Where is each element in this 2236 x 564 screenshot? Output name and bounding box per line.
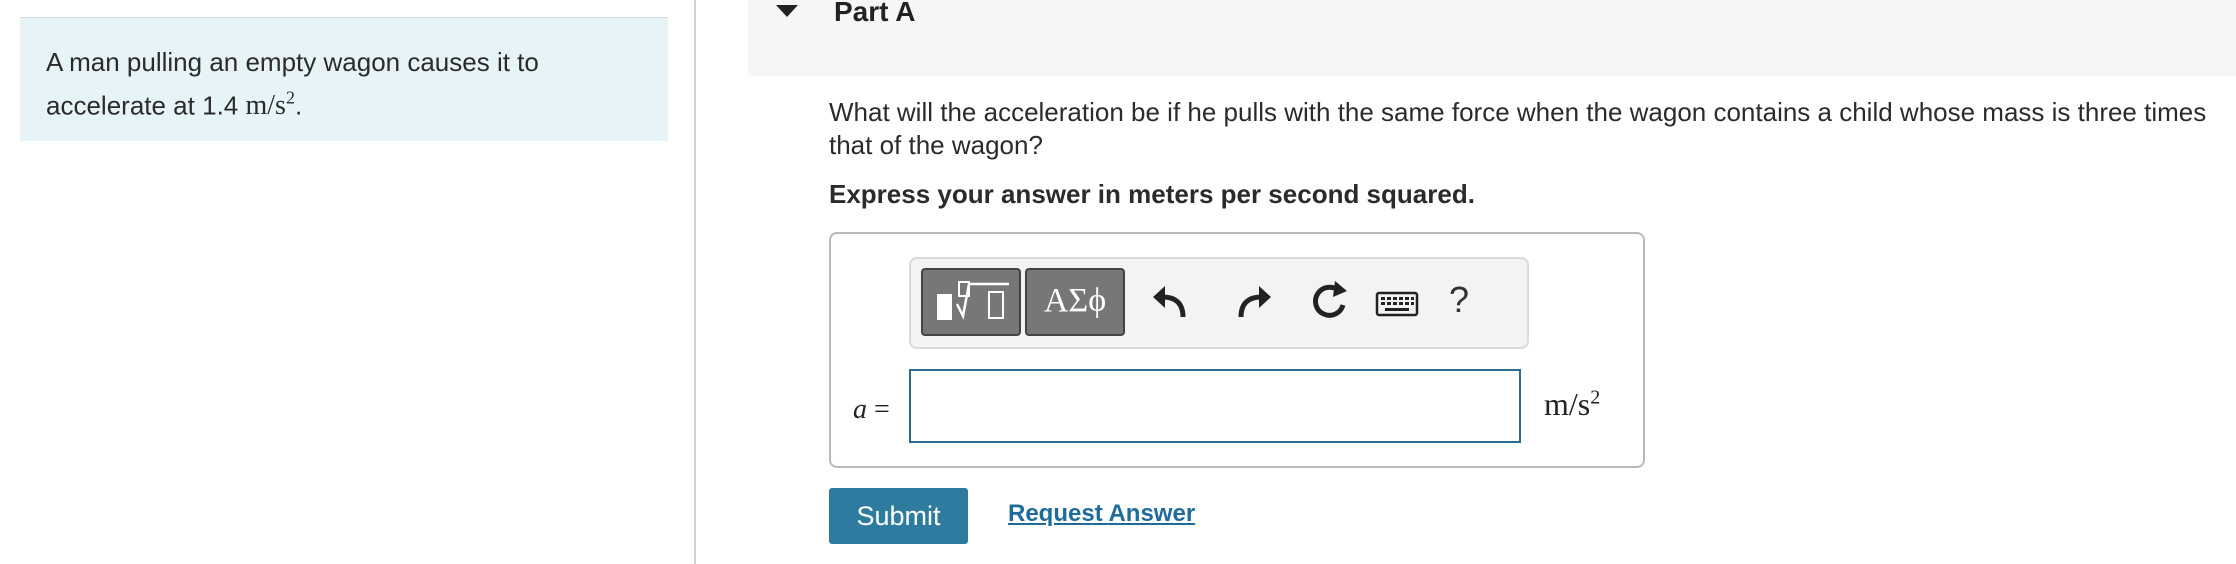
collapse-triangle-icon[interactable] (776, 5, 798, 17)
question-text: What will the acceleration be if he pull… (829, 97, 2207, 160)
problem-panel: A man pulling an empty wagon causes it t… (0, 0, 694, 564)
redo-button[interactable] (1221, 273, 1281, 333)
answer-unit-exponent: 2 (1590, 386, 1601, 409)
problem-period: . (294, 90, 303, 121)
problem-unit-exponent: 2 (285, 88, 295, 108)
keyboard-icon (1375, 291, 1419, 317)
problem-unit-base: m/s (245, 90, 286, 122)
redo-icon (1238, 286, 1271, 318)
panel-divider (694, 0, 696, 564)
answer-unit: m/s2 (1544, 386, 1600, 423)
problem-statement: A man pulling an empty wagon causes it t… (20, 17, 668, 141)
part-header[interactable]: Part A (748, 0, 2236, 76)
answer-variable-label: a = (853, 394, 890, 426)
help-button[interactable]: ? (1439, 279, 1479, 321)
answer-box: ΑΣϕ ? a = m/s2 (829, 232, 1645, 468)
submit-button[interactable]: Submit (829, 488, 968, 544)
math-toolbar: ΑΣϕ ? (909, 257, 1529, 349)
answer-instruction: Express your answer in meters per second… (829, 179, 1475, 209)
undo-button[interactable] (1143, 273, 1203, 333)
keyboard-button[interactable] (1369, 273, 1429, 333)
problem-value: 1.4 (202, 90, 239, 121)
greek-symbols-button[interactable]: ΑΣϕ (1025, 268, 1125, 336)
greek-symbols-label: ΑΣϕ (1043, 282, 1107, 319)
answer-input[interactable] (909, 369, 1521, 443)
answer-equals: = (874, 394, 890, 425)
answer-unit-base: m/s (1544, 386, 1591, 422)
templates-button[interactable] (921, 268, 1021, 336)
request-answer-link[interactable]: Request Answer (1008, 500, 1195, 528)
templates-icon (937, 281, 1009, 320)
undo-icon (1153, 286, 1186, 318)
part-title: Part A (834, 0, 916, 27)
answer-variable: a (853, 394, 867, 425)
reset-icon (1313, 281, 1347, 318)
reset-button[interactable] (1299, 273, 1359, 333)
problem-unit: m/s2 (245, 88, 295, 122)
